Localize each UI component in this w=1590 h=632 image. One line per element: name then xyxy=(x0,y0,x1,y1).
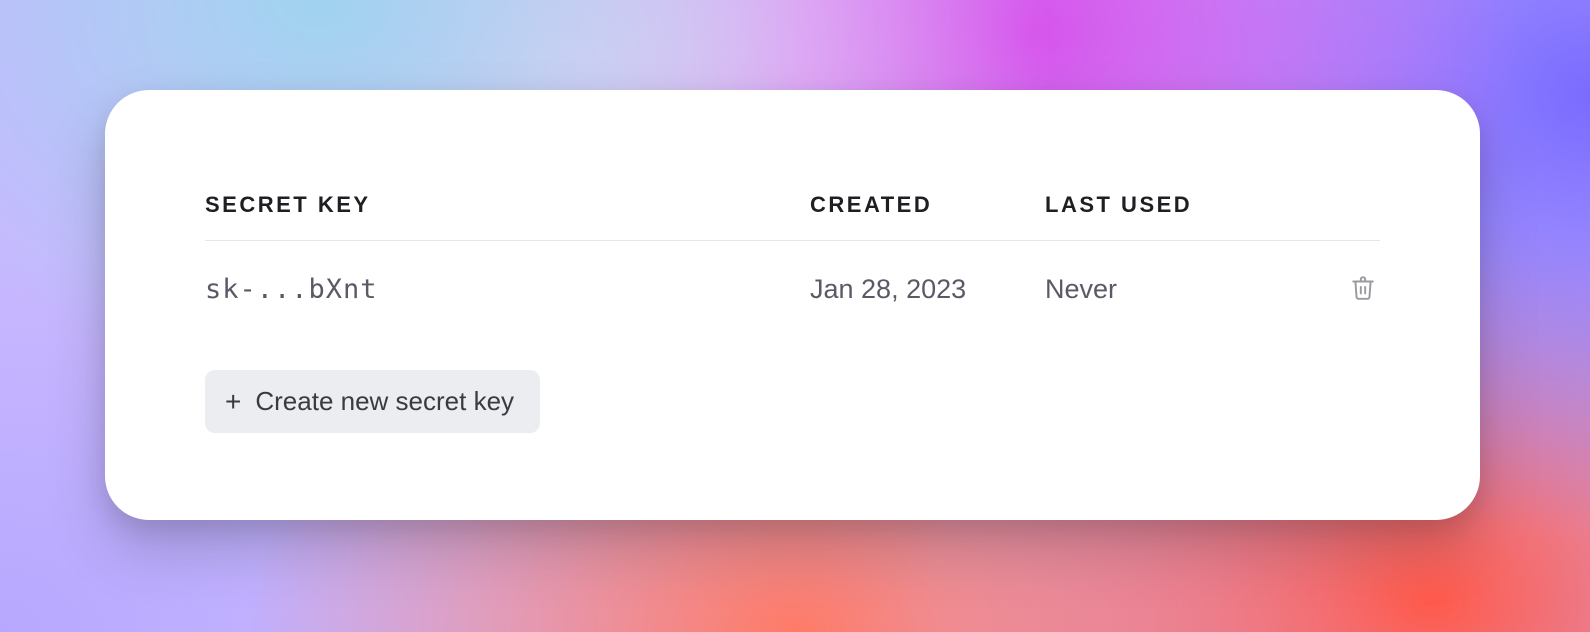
header-created: CREATED xyxy=(810,192,1045,241)
header-actions xyxy=(1325,192,1380,241)
cell-secret-key: sk-...bXnt xyxy=(205,241,810,309)
cell-last-used: Never xyxy=(1045,241,1325,309)
delete-key-button[interactable] xyxy=(1346,271,1380,305)
header-last-used: LAST USED xyxy=(1045,192,1325,241)
plus-icon: + xyxy=(225,388,241,416)
cell-actions xyxy=(1325,241,1380,309)
api-keys-table: SECRET KEY CREATED LAST USED sk-...bXnt … xyxy=(205,192,1380,308)
cell-created: Jan 28, 2023 xyxy=(810,241,1045,309)
table-header-row: SECRET KEY CREATED LAST USED xyxy=(205,192,1380,241)
api-keys-card: SECRET KEY CREATED LAST USED sk-...bXnt … xyxy=(105,90,1480,520)
header-secret-key: SECRET KEY xyxy=(205,192,810,241)
create-new-secret-key-button[interactable]: + Create new secret key xyxy=(205,370,540,433)
create-button-label: Create new secret key xyxy=(255,386,514,417)
trash-icon xyxy=(1350,275,1376,301)
table-row: sk-...bXnt Jan 28, 2023 Never xyxy=(205,241,1380,309)
